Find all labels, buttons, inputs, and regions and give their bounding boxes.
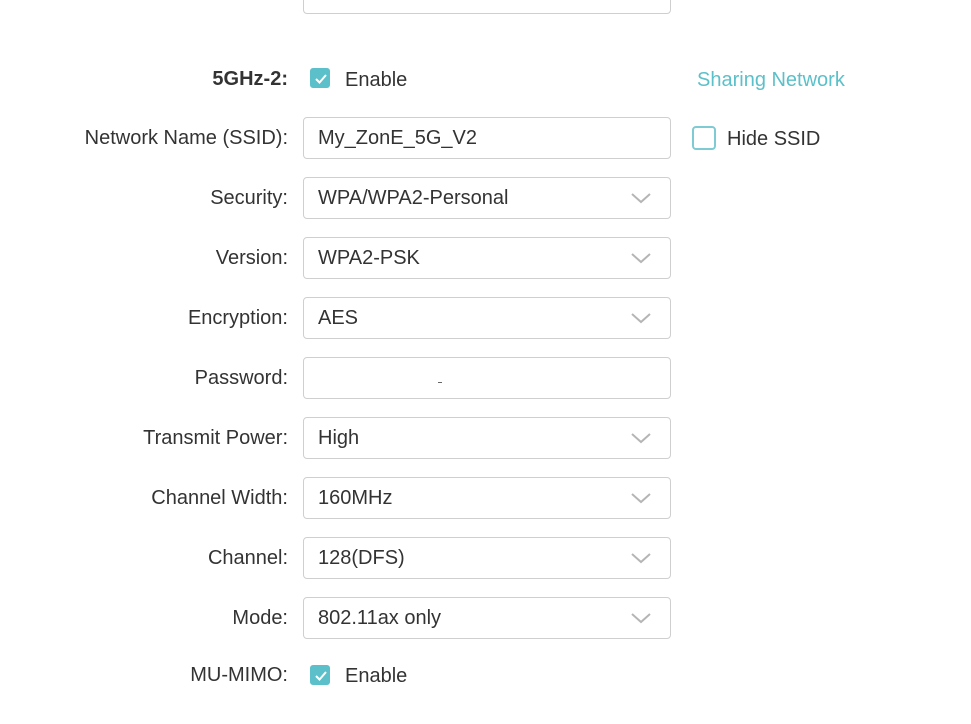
- chevron-down-icon: [631, 553, 651, 564]
- channel-width-select[interactable]: 160MHz: [303, 477, 671, 519]
- chevron-down-icon: [631, 433, 651, 444]
- channel-width-value: 160MHz: [318, 487, 393, 509]
- mu-mimo-enable-checkbox[interactable]: [310, 665, 330, 685]
- version-row: Version: WPA2-PSK: [0, 237, 971, 279]
- password-label: Password:: [194, 367, 288, 389]
- hide-ssid-label: Hide SSID: [727, 128, 821, 150]
- ssid-row: Network Name (SSID): My_ZonE_5G_V2 Hide …: [0, 117, 971, 159]
- check-icon: [315, 671, 327, 681]
- encryption-row: Encryption: AES: [0, 297, 971, 339]
- band-enable-checkbox[interactable]: [310, 68, 330, 88]
- hide-ssid-checkbox[interactable]: [692, 126, 716, 150]
- sharing-network-link[interactable]: Sharing Network: [697, 68, 845, 92]
- transmit-power-label: Transmit Power:: [143, 427, 288, 449]
- mu-mimo-enable-label: Enable: [345, 665, 408, 687]
- ssid-value: My_ZonE_5G_V2: [318, 127, 477, 149]
- transmit-power-select[interactable]: High: [303, 417, 671, 459]
- channel-label: Channel:: [207, 547, 288, 569]
- password-input[interactable]: [303, 357, 671, 399]
- mode-value: 802.11ax only: [318, 607, 442, 629]
- chevron-down-icon: [631, 613, 651, 624]
- mode-value-top: 802.11a/n/ac/ax mixed: [318, 0, 518, 13]
- transmit-power-value: High: [318, 427, 360, 449]
- mode-row-top: Mode: 802.11a/n/ac/ax mixed: [0, 0, 971, 14]
- channel-value: 128(DFS): [318, 547, 405, 569]
- chevron-down-icon: [631, 313, 651, 324]
- encryption-label: Encryption:: [187, 307, 288, 329]
- mode-row: Mode: 802.11ax only: [0, 597, 971, 639]
- encryption-select[interactable]: AES: [303, 297, 671, 339]
- chevron-down-icon: [631, 193, 651, 204]
- chevron-down-icon: [631, 493, 651, 504]
- mode-select[interactable]: 802.11ax only: [303, 597, 671, 639]
- version-select[interactable]: WPA2-PSK: [303, 237, 671, 279]
- transmit-power-row: Transmit Power: High: [0, 417, 971, 459]
- security-select[interactable]: WPA/WPA2-Personal: [303, 177, 671, 219]
- encryption-value: AES: [318, 307, 359, 329]
- band-label: 5GHz-2:: [212, 68, 288, 90]
- version-value: WPA2-PSK: [318, 247, 420, 269]
- mu-mimo-row: MU-MIMO: Enable: [0, 654, 971, 696]
- channel-row: Channel: 128(DFS): [0, 537, 971, 579]
- band-enable-label: Enable: [345, 69, 408, 91]
- channel-width-label: Channel Width:: [151, 487, 288, 509]
- mode-select-top[interactable]: 802.11a/n/ac/ax mixed: [303, 0, 671, 14]
- channel-width-row: Channel Width: 160MHz: [0, 477, 971, 519]
- security-row: Security: WPA/WPA2-Personal: [0, 177, 971, 219]
- mode-label-top: Mode:: [232, 0, 288, 14]
- security-label: Security:: [210, 187, 288, 209]
- ssid-input[interactable]: My_ZonE_5G_V2: [303, 117, 671, 159]
- security-value: WPA/WPA2-Personal: [318, 187, 509, 209]
- chevron-down-icon: [631, 253, 651, 264]
- ssid-label: Network Name (SSID):: [84, 127, 288, 149]
- band-row: 5GHz-2: Enable Sharing Network: [0, 58, 971, 100]
- mode-label: Mode:: [232, 607, 288, 629]
- version-label: Version:: [215, 247, 288, 269]
- text-cursor-mark: [438, 382, 442, 383]
- mu-mimo-label: MU-MIMO:: [190, 664, 288, 686]
- password-row: Password:: [0, 357, 971, 399]
- channel-select[interactable]: 128(DFS): [303, 537, 671, 579]
- check-icon: [315, 74, 327, 84]
